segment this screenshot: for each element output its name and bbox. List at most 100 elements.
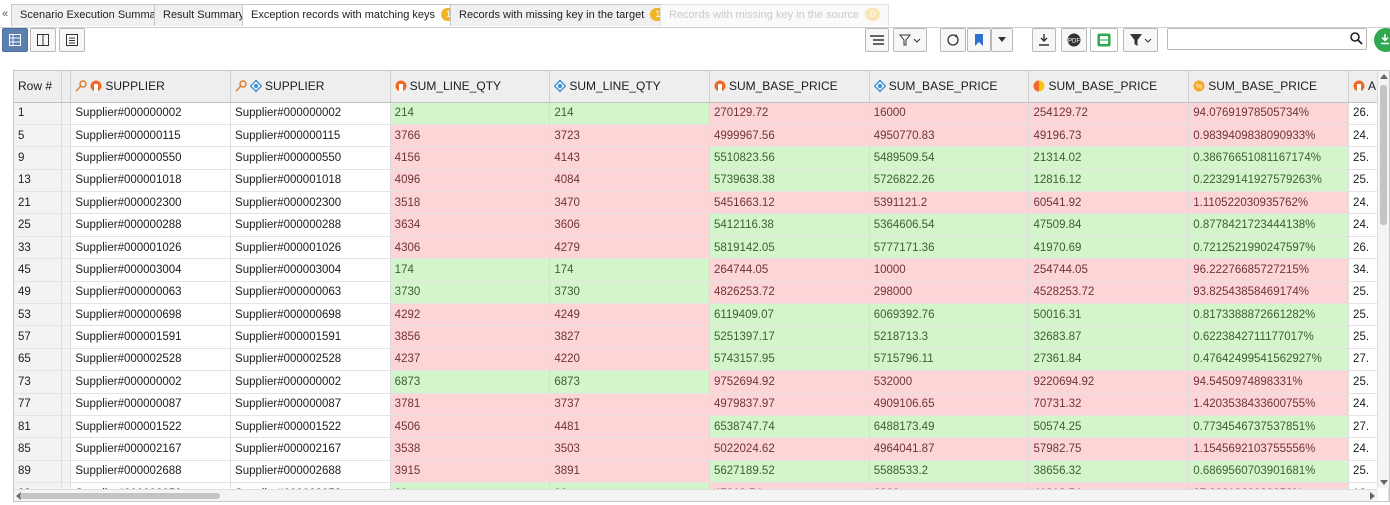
sum-base-price-percent-cell[interactable]: 1.4203538433600755% [1188,393,1350,416]
sum-line-qty-target-cell[interactable]: 4220 [549,348,710,372]
supplier-target-cell[interactable]: Supplier#000000115 [230,124,391,148]
row-number-cell[interactable]: 25 [14,213,63,237]
refresh-button[interactable] [940,28,966,52]
sum-base-price-source-cell[interactable]: 5819142.05 [709,236,870,260]
bookmark-dropdown-button[interactable] [991,28,1013,52]
supplier-target-cell[interactable]: Supplier#000001026 [230,236,391,260]
sum-line-qty-target-cell[interactable]: 4249 [549,303,710,327]
supplier-target-cell[interactable]: Supplier#000000087 [230,393,391,416]
row-spacer-cell[interactable] [61,236,72,260]
sum-line-qty-target-cell[interactable]: 3827 [549,325,710,349]
row-number-cell[interactable]: 53 [14,303,63,327]
sum-line-qty-source-cell[interactable]: 3538 [390,437,551,461]
sum-line-qty-source-cell[interactable]: 3781 [390,393,551,416]
sum-line-qty-target-cell[interactable]: 3723 [549,124,710,148]
row-spacer-cell[interactable] [61,393,72,416]
supplier-source-cell[interactable]: Supplier#000000087 [70,393,232,416]
sum-line-qty-target-cell[interactable]: 6873 [549,370,710,394]
vertical-scrollbar[interactable] [1377,71,1389,488]
horizontal-scrollbar[interactable] [14,489,1378,501]
horizontal-scroll-thumb[interactable] [20,493,220,499]
sum-base-price-source-cell[interactable]: 5412116.38 [709,213,870,237]
column-header-sum-base-price-target[interactable]: SUM_BASE_PRICE [869,71,1030,103]
sum-line-qty-source-cell[interactable]: 4156 [390,146,551,170]
supplier-target-cell[interactable]: Supplier#000001522 [230,415,391,439]
table-row[interactable]: 21 Supplier#000002300 Supplier#000002300 35… [14,191,1389,215]
sum-line-qty-source-cell[interactable]: 3518 [390,191,551,215]
sum-line-qty-target-cell[interactable]: 3470 [549,191,710,215]
sum-base-price-difference-cell[interactable]: 70731.32 [1028,393,1190,416]
supplier-source-cell[interactable]: Supplier#000002528 [70,348,232,372]
search-icon[interactable] [1350,32,1363,45]
supplier-target-cell[interactable]: Supplier#000001591 [230,325,391,349]
sum-base-price-source-cell[interactable]: 5627189.52 [709,460,870,484]
row-number-cell[interactable]: 65 [14,348,63,372]
row-number-cell[interactable]: 73 [14,370,63,394]
sum-base-price-percent-cell[interactable]: 93.82543858469174% [1188,281,1350,305]
row-number-cell[interactable]: 9 [14,146,63,170]
row-spacer-cell[interactable] [61,191,72,215]
sum-base-price-difference-cell[interactable]: 50016.31 [1028,303,1190,327]
sum-base-price-percent-cell[interactable]: 96.22276685727215% [1188,258,1350,282]
row-spacer-cell[interactable] [61,281,72,305]
row-number-cell[interactable]: 77 [14,393,63,416]
row-spacer-cell[interactable] [61,124,72,148]
scroll-down-icon[interactable] [1380,480,1388,486]
sum-base-price-source-cell[interactable]: 4999967.56 [709,124,870,148]
row-number-cell[interactable]: 49 [14,281,63,305]
row-spacer-cell[interactable] [61,146,72,170]
supplier-source-cell[interactable]: Supplier#000000288 [70,213,232,237]
row-spacer-cell[interactable] [61,348,72,372]
sum-base-price-source-cell[interactable]: 5739638.38 [709,169,870,193]
sum-base-price-source-cell[interactable]: 6119409.07 [709,303,870,327]
table-row[interactable]: 81 Supplier#000001522 Supplier#000001522 45… [14,415,1389,439]
sum-base-price-source-cell[interactable]: 5251397.17 [709,325,870,349]
sum-base-price-target-cell[interactable]: 5364606.54 [869,213,1030,237]
sum-base-price-difference-cell[interactable]: 9220694.92 [1028,370,1190,394]
column-header-sum-base-price-source[interactable]: SUM_BASE_PRICE [709,71,870,103]
download-results-button[interactable] [1374,28,1390,52]
row-spacer-cell[interactable] [61,370,72,394]
row-spacer-cell[interactable] [61,213,72,237]
supplier-target-cell[interactable]: Supplier#000000002 [230,370,391,394]
sum-line-qty-source-cell[interactable]: 3730 [390,281,551,305]
sum-line-qty-target-cell[interactable]: 3891 [549,460,710,484]
sum-base-price-difference-cell[interactable]: 12816.12 [1028,169,1190,193]
supplier-source-cell[interactable]: Supplier#000001591 [70,325,232,349]
tab-exception-records[interactable]: Exception records with matching keys182 [242,4,476,26]
vertical-scroll-thumb[interactable] [1380,85,1387,225]
sum-base-price-source-cell[interactable]: 5510823.56 [709,146,870,170]
sum-base-price-difference-cell[interactable]: 47509.84 [1028,213,1190,237]
table-row[interactable]: 13 Supplier#000001018 Supplier#000001018 40… [14,169,1389,193]
row-number-cell[interactable]: 21 [14,191,63,215]
sum-base-price-difference-cell[interactable]: 50574.25 [1028,415,1190,439]
supplier-target-cell[interactable]: Supplier#000002300 [230,191,391,215]
sum-base-price-percent-cell[interactable]: 0.8173388872661282% [1188,303,1350,327]
sum-base-price-source-cell[interactable]: 5743157.95 [709,348,870,372]
table-row[interactable]: 53 Supplier#000000698 Supplier#000000698 42… [14,303,1389,327]
supplier-target-cell[interactable]: Supplier#000002167 [230,437,391,461]
sum-base-price-target-cell[interactable]: 5715796.11 [869,348,1030,372]
sum-base-price-difference-cell[interactable]: 4528253.72 [1028,281,1190,305]
sum-base-price-source-cell[interactable]: 264744.05 [709,258,870,282]
column-header-sum-base-price-difference[interactable]: SUM_BASE_PRICE [1028,71,1190,103]
sum-base-price-percent-cell[interactable]: 0.47642499541562927% [1188,348,1350,372]
supplier-source-cell[interactable]: Supplier#000000002 [70,102,232,125]
export-excel-button[interactable] [1090,28,1118,52]
tab-missing-in-target[interactable]: Records with missing key in the target11… [450,4,684,26]
sum-line-qty-source-cell[interactable]: 4237 [390,348,551,372]
sum-base-price-percent-cell[interactable]: 0.7734546737537851% [1188,415,1350,439]
sum-base-price-target-cell[interactable]: 5588533.2 [869,460,1030,484]
table-row[interactable]: 49 Supplier#000000063 Supplier#000000063 37… [14,281,1389,305]
row-number-cell[interactable]: 57 [14,325,63,349]
sum-base-price-source-cell[interactable]: 5022024.62 [709,437,870,461]
sum-base-price-difference-cell[interactable]: 254129.72 [1028,102,1190,125]
sum-base-price-target-cell[interactable]: 4909106.65 [869,393,1030,416]
sum-line-qty-source-cell[interactable]: 3766 [390,124,551,148]
sum-line-qty-target-cell[interactable]: 214 [549,102,710,125]
sum-base-price-difference-cell[interactable]: 57982.75 [1028,437,1190,461]
row-number-cell[interactable]: 5 [14,124,63,148]
sum-base-price-percent-cell[interactable]: 94.5450974898331% [1188,370,1350,394]
sum-base-price-percent-cell[interactable]: 0.9839409838090933% [1188,124,1350,148]
filter-columns-dropdown[interactable] [893,28,927,52]
